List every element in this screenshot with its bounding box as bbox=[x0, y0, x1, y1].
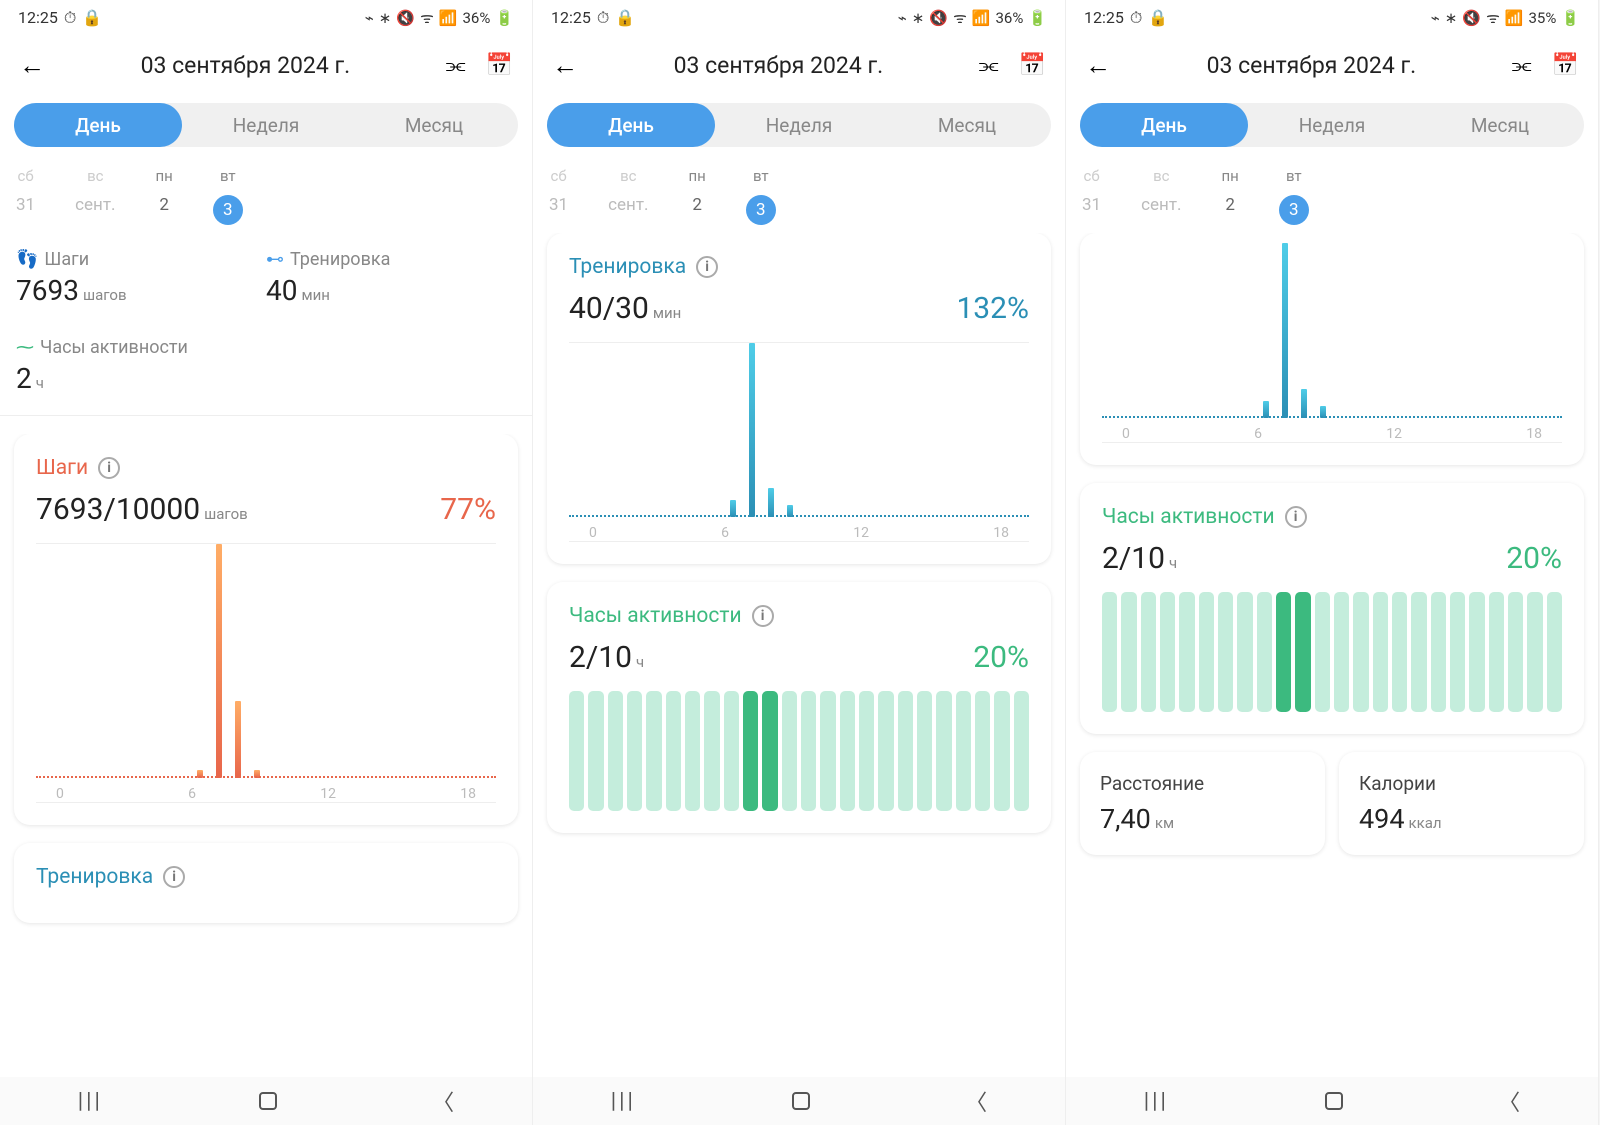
screen-1: 12:25 ⏱ 🔒 ⌁ ∗ 🔇 ᯤ 📶 36% 🔋 ← 03 сентября … bbox=[0, 0, 533, 1125]
nav-home[interactable] bbox=[259, 1092, 277, 1110]
summary-grid: 👣Шаги 7693шагов ⊷Тренировка 40мин ⁓Часы … bbox=[0, 233, 532, 411]
workout-card[interactable]: Тренировкаi 40/30мин 132% 061218 bbox=[547, 233, 1051, 564]
workout-chart: 061218 bbox=[1102, 243, 1562, 443]
nav-back[interactable]: 〈 bbox=[432, 1085, 454, 1117]
back-button[interactable]: ← bbox=[14, 45, 50, 86]
activity-hours-chart bbox=[569, 691, 1029, 811]
tab-month[interactable]: Месяц bbox=[883, 103, 1051, 147]
bt-icon: ∗ bbox=[379, 9, 392, 27]
card-title-text: Шаги bbox=[36, 456, 88, 480]
day-mon[interactable]: пн2 bbox=[155, 167, 172, 225]
nav-bar: ||| 〈 bbox=[0, 1077, 532, 1125]
dumbbell-icon: ⊷ bbox=[266, 249, 284, 270]
extra-stats: Расстояние 7,40км Калории 494ккал bbox=[1080, 752, 1584, 855]
screen-3: 12:25⏱🔒 ⌁∗🔇ᯤ📶35%🔋 ←03 сентября 2024 г.⫘📅… bbox=[1066, 0, 1599, 1125]
info-icon[interactable]: i bbox=[1285, 506, 1307, 528]
nav-back[interactable]: 〈 bbox=[1498, 1085, 1520, 1117]
steps-icon: 👣 bbox=[16, 249, 38, 270]
calendar-button[interactable]: 📅 bbox=[1547, 48, 1584, 83]
share-button[interactable]: ⫘ bbox=[1507, 48, 1537, 83]
alarm-icon: ⏱ bbox=[64, 8, 76, 28]
info-icon[interactable]: i bbox=[98, 457, 120, 479]
tab-week[interactable]: Неделя bbox=[1248, 103, 1416, 147]
distance-card[interactable]: Расстояние 7,40км bbox=[1080, 752, 1325, 855]
back-button[interactable]: ← bbox=[547, 45, 583, 86]
status-time: 12:25 bbox=[18, 8, 58, 27]
nav-home[interactable] bbox=[1325, 1092, 1343, 1110]
workout-card-peek[interactable]: Тренировка i bbox=[14, 843, 518, 923]
signal-icon: 📶 bbox=[439, 9, 458, 27]
pulse-icon: ⁓ bbox=[16, 337, 34, 358]
day-tue[interactable]: вт3 bbox=[213, 167, 243, 225]
nav-back[interactable]: 〈 bbox=[965, 1085, 987, 1117]
tab-day[interactable]: День bbox=[1080, 103, 1248, 147]
mute-icon: 🔇 bbox=[396, 9, 415, 27]
nav-recent[interactable]: ||| bbox=[611, 1089, 636, 1114]
tab-day[interactable]: День bbox=[14, 103, 182, 147]
activity-card[interactable]: Часы активностиi 2/10ч 20% bbox=[1080, 483, 1584, 734]
info-icon[interactable]: i bbox=[752, 605, 774, 627]
content-scroll[interactable]: 061218 Часы активностиi 2/10ч 20% Рассто… bbox=[1066, 233, 1598, 1125]
info-icon[interactable]: i bbox=[163, 866, 185, 888]
share-button[interactable]: ⫘ bbox=[441, 48, 471, 83]
workout-chart-card[interactable]: 061218 bbox=[1080, 233, 1584, 465]
steps-chart: 061218 bbox=[36, 543, 496, 803]
content-scroll[interactable]: Шагиi 7693/10000шагов 77% 061218 Трениро… bbox=[0, 434, 532, 1125]
nav-home[interactable] bbox=[792, 1092, 810, 1110]
day-selector: сб31 вссент. пн2 вт3 bbox=[0, 155, 532, 233]
calendar-button[interactable]: 📅 bbox=[481, 48, 518, 83]
summary-workout[interactable]: ⊷Тренировка 40мин bbox=[266, 249, 506, 307]
screen-2: 12:25⏱🔒 ⌁∗🔇ᯤ📶36%🔋 ←03 сентября 2024 г.⫘📅… bbox=[533, 0, 1066, 1125]
activity-card[interactable]: Часы активностиi 2/10ч 20% bbox=[547, 582, 1051, 833]
workout-chart: 061218 bbox=[569, 342, 1029, 542]
share-button[interactable]: ⫘ bbox=[974, 48, 1004, 83]
day-sun[interactable]: вссент. bbox=[75, 167, 115, 225]
status-bar: 12:25 ⏱ 🔒 ⌁ ∗ 🔇 ᯤ 📶 36% 🔋 bbox=[0, 0, 532, 35]
lock-icon: 🔒 bbox=[82, 8, 102, 27]
summary-steps[interactable]: 👣Шаги 7693шагов bbox=[16, 249, 256, 307]
nav-recent[interactable]: ||| bbox=[78, 1089, 103, 1114]
status-bar: 12:25⏱🔒 ⌁∗🔇ᯤ📶36%🔋 bbox=[533, 0, 1065, 35]
card-title-text: Тренировка bbox=[36, 865, 153, 889]
steps-card[interactable]: Шагиi 7693/10000шагов 77% 061218 bbox=[14, 434, 518, 825]
nav-recent[interactable]: ||| bbox=[1144, 1089, 1169, 1114]
period-tabs: День Неделя Месяц bbox=[14, 103, 518, 147]
summary-activity[interactable]: ⁓Часы активности 2ч bbox=[16, 337, 256, 395]
header: ← 03 сентября 2024 г. ⫘ 📅 bbox=[0, 35, 532, 95]
calendar-button[interactable]: 📅 bbox=[1014, 48, 1051, 83]
battery-percent: 36% bbox=[462, 9, 490, 27]
content-scroll[interactable]: Тренировкаi 40/30мин 132% 061218 Часы ак… bbox=[533, 233, 1065, 1125]
battery-icon: 🔋 bbox=[495, 9, 514, 27]
tab-week[interactable]: Неделя bbox=[182, 103, 350, 147]
wifi-icon: ᯤ bbox=[420, 8, 434, 28]
day-sat[interactable]: сб31 bbox=[16, 167, 35, 225]
alarm-icon: ⏱ bbox=[597, 8, 609, 28]
page-title: 03 сентября 2024 г. bbox=[60, 52, 431, 79]
tab-day[interactable]: День bbox=[547, 103, 715, 147]
back-button[interactable]: ← bbox=[1080, 45, 1116, 86]
calories-card[interactable]: Калории 494ккал bbox=[1339, 752, 1584, 855]
tab-month[interactable]: Месяц bbox=[350, 103, 518, 147]
steps-percent: 77% bbox=[440, 492, 496, 527]
status-bar: 12:25⏱🔒 ⌁∗🔇ᯤ📶35%🔋 bbox=[1066, 0, 1598, 35]
tab-week[interactable]: Неделя bbox=[715, 103, 883, 147]
lock-icon: 🔒 bbox=[615, 8, 635, 27]
vpn-icon: ⌁ bbox=[365, 9, 374, 27]
tab-month[interactable]: Месяц bbox=[1416, 103, 1584, 147]
info-icon[interactable]: i bbox=[696, 256, 718, 278]
activity-hours-chart bbox=[1102, 592, 1562, 712]
